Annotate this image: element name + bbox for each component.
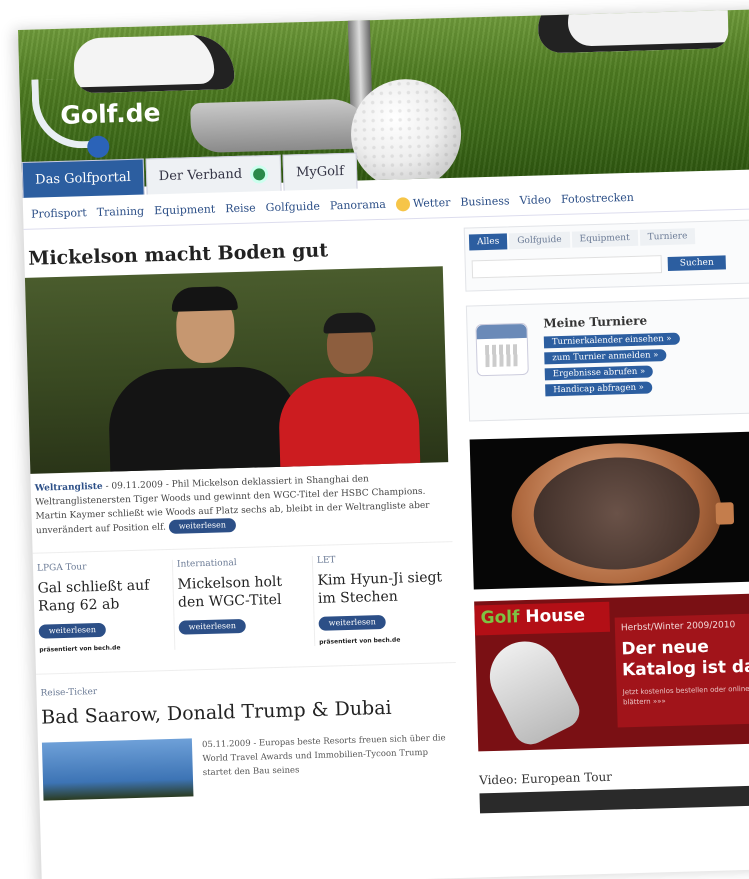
second-golfer-body xyxy=(277,374,421,474)
tab-mygolf[interactable]: MyGolf xyxy=(282,152,358,191)
search-tab-alles[interactable]: Alles xyxy=(468,233,508,251)
nav-golfguide[interactable]: Golfguide xyxy=(266,200,321,215)
sponsor-logo[interactable]: bech.de xyxy=(94,644,121,652)
teaser-title[interactable]: Gal schließt auf Rang 62 ab xyxy=(37,576,169,616)
tab-verband[interactable]: Der Verband xyxy=(145,154,282,195)
video-box-title[interactable]: Video: European Tour xyxy=(479,765,749,788)
teaser-title[interactable]: Mickelson holt den WGC-Titel xyxy=(177,572,309,612)
driver-club-image xyxy=(477,629,586,751)
travel-ticker: Reise-Ticker Bad Saarow, Donald Trump & … xyxy=(36,663,459,801)
golfhouse-logo: Golf House xyxy=(474,601,611,636)
news-teasers: LPGA Tour Gal schließt auf Rang 62 ab we… xyxy=(32,540,456,675)
nav-fotostrecken[interactable]: Fotostrecken xyxy=(561,191,634,206)
link-results[interactable]: Ergebnisse abrufen » xyxy=(544,365,654,381)
teaser-kicker: International xyxy=(176,557,237,570)
teaser-international: International Mickelson holt den WGC-Tit… xyxy=(172,555,316,650)
sponsor-prefix: präsentiert von xyxy=(39,644,92,654)
golfer-cap xyxy=(171,285,238,312)
link-handicap[interactable]: Handicap abfragen » xyxy=(545,381,653,397)
read-more-button[interactable]: weiterlesen xyxy=(38,622,107,639)
golf-shoe-right xyxy=(537,9,729,54)
tournaments-box: Meine Turniere Turnierkalender einsehen … xyxy=(465,297,749,422)
ticker-kicker: Reise-Ticker xyxy=(40,686,98,699)
main-story-category[interactable]: Weltrangliste xyxy=(35,482,103,494)
ticker-title[interactable]: Bad Saarow, Donald Trump & Dubai xyxy=(41,695,453,728)
main-story-teaser: Weltrangliste - 09.11.2009 - Phil Mickel… xyxy=(34,474,430,537)
tab-golfportal[interactable]: Das Golfportal xyxy=(21,158,145,198)
watch-crown xyxy=(715,502,735,525)
watch-ad[interactable] xyxy=(469,431,749,590)
search-button[interactable]: Suchen xyxy=(667,255,726,271)
read-more-button[interactable]: weiterlesen xyxy=(168,518,237,534)
sponsor-prefix: präsentiert von xyxy=(319,636,372,646)
link-tournament-register[interactable]: zum Turnier anmelden » xyxy=(544,349,667,365)
nav-video[interactable]: Video xyxy=(519,193,551,207)
ticker-text: 05.11.2009 - Europas beste Resorts freue… xyxy=(201,732,446,778)
teaser-kicker: LPGA Tour xyxy=(36,561,87,574)
read-more-button[interactable]: weiterlesen xyxy=(318,614,387,631)
second-golfer-cap xyxy=(323,312,376,334)
sponsor-note: präsentiert von bech.de xyxy=(319,635,451,646)
teaser-lpga: LPGA Tour Gal schließt auf Rang 62 ab we… xyxy=(32,559,176,654)
ticker-row: 05.11.2009 - Europas beste Resorts freue… xyxy=(41,731,455,801)
golf-shoe-left xyxy=(73,33,235,94)
nav-wetter[interactable]: Wetter xyxy=(395,195,451,212)
golfhouse-logo-house: House xyxy=(525,605,586,628)
teaser-title[interactable]: Kim Hyun-Ji siegt im Stechen xyxy=(317,568,450,608)
golfhouse-promo: Herbst/Winter 2009/2010 Der neue Katalog… xyxy=(614,613,749,728)
nav-panorama[interactable]: Panorama xyxy=(330,198,386,213)
search-tab-equipment[interactable]: Equipment xyxy=(571,229,638,248)
main-column: Mickelson macht Boden gut Weltrangliste … xyxy=(24,228,459,801)
tournaments-title: Meine Turniere xyxy=(543,313,648,331)
nav-equipment[interactable]: Equipment xyxy=(154,203,216,218)
promo-season: Herbst/Winter 2009/2010 xyxy=(620,620,736,634)
tab-verband-label: Der Verband xyxy=(158,166,243,185)
teaser-kicker: LET xyxy=(316,554,336,566)
calendar-icon xyxy=(475,322,529,377)
golfhouse-ad[interactable]: Golf House Herbst/Winter 2009/2010 Der n… xyxy=(474,593,749,752)
search-row: Suchen xyxy=(465,242,749,290)
search-box: Alles Golfguide Equipment Turniere Suche… xyxy=(463,219,749,292)
search-tab-turniere[interactable]: Turniere xyxy=(639,228,696,246)
club-head xyxy=(190,98,372,154)
ticker-thumbnail[interactable] xyxy=(41,737,194,801)
teaser-let: LET Kim Hyun-Ji siegt im Stechen weiterl… xyxy=(313,552,455,646)
tournament-links: Meine Turniere Turnierkalender einsehen … xyxy=(543,313,681,401)
search-input[interactable] xyxy=(471,255,663,279)
search-tab-golfguide[interactable]: Golfguide xyxy=(509,231,570,250)
site-logo[interactable]: Golf.de xyxy=(60,98,161,130)
nav-wetter-label: Wetter xyxy=(412,195,451,210)
page: Golf.de Das Golfportal Der Verband MyGol… xyxy=(18,9,749,879)
sponsor-note: präsentiert von bech.de xyxy=(39,642,170,653)
sponsor-logo[interactable]: bech.de xyxy=(373,636,400,644)
promo-headline: Der neue Katalog ist da! xyxy=(621,636,749,681)
weather-icon xyxy=(395,196,411,212)
golfer-body xyxy=(107,365,301,474)
read-more-button[interactable]: weiterlesen xyxy=(178,618,247,635)
nav-business[interactable]: Business xyxy=(460,194,510,208)
link-tournament-calendar[interactable]: Turnierkalender einsehen » xyxy=(543,332,680,349)
nav-training[interactable]: Training xyxy=(97,205,145,219)
main-story-date: 09.11.2009 xyxy=(111,480,164,492)
promo-cta: Jetzt kostenlos bestellen oder online bl… xyxy=(622,684,749,707)
sidebar: Alles Golfguide Equipment Turniere Suche… xyxy=(463,219,749,814)
nav-profisport[interactable]: Profisport xyxy=(31,206,87,221)
video-thumbnail[interactable] xyxy=(479,785,749,814)
golfhouse-logo-golf: Golf xyxy=(480,607,520,629)
main-story-photo[interactable] xyxy=(24,266,449,474)
dgv-logo-icon xyxy=(249,164,269,184)
nav-reise[interactable]: Reise xyxy=(225,201,256,215)
